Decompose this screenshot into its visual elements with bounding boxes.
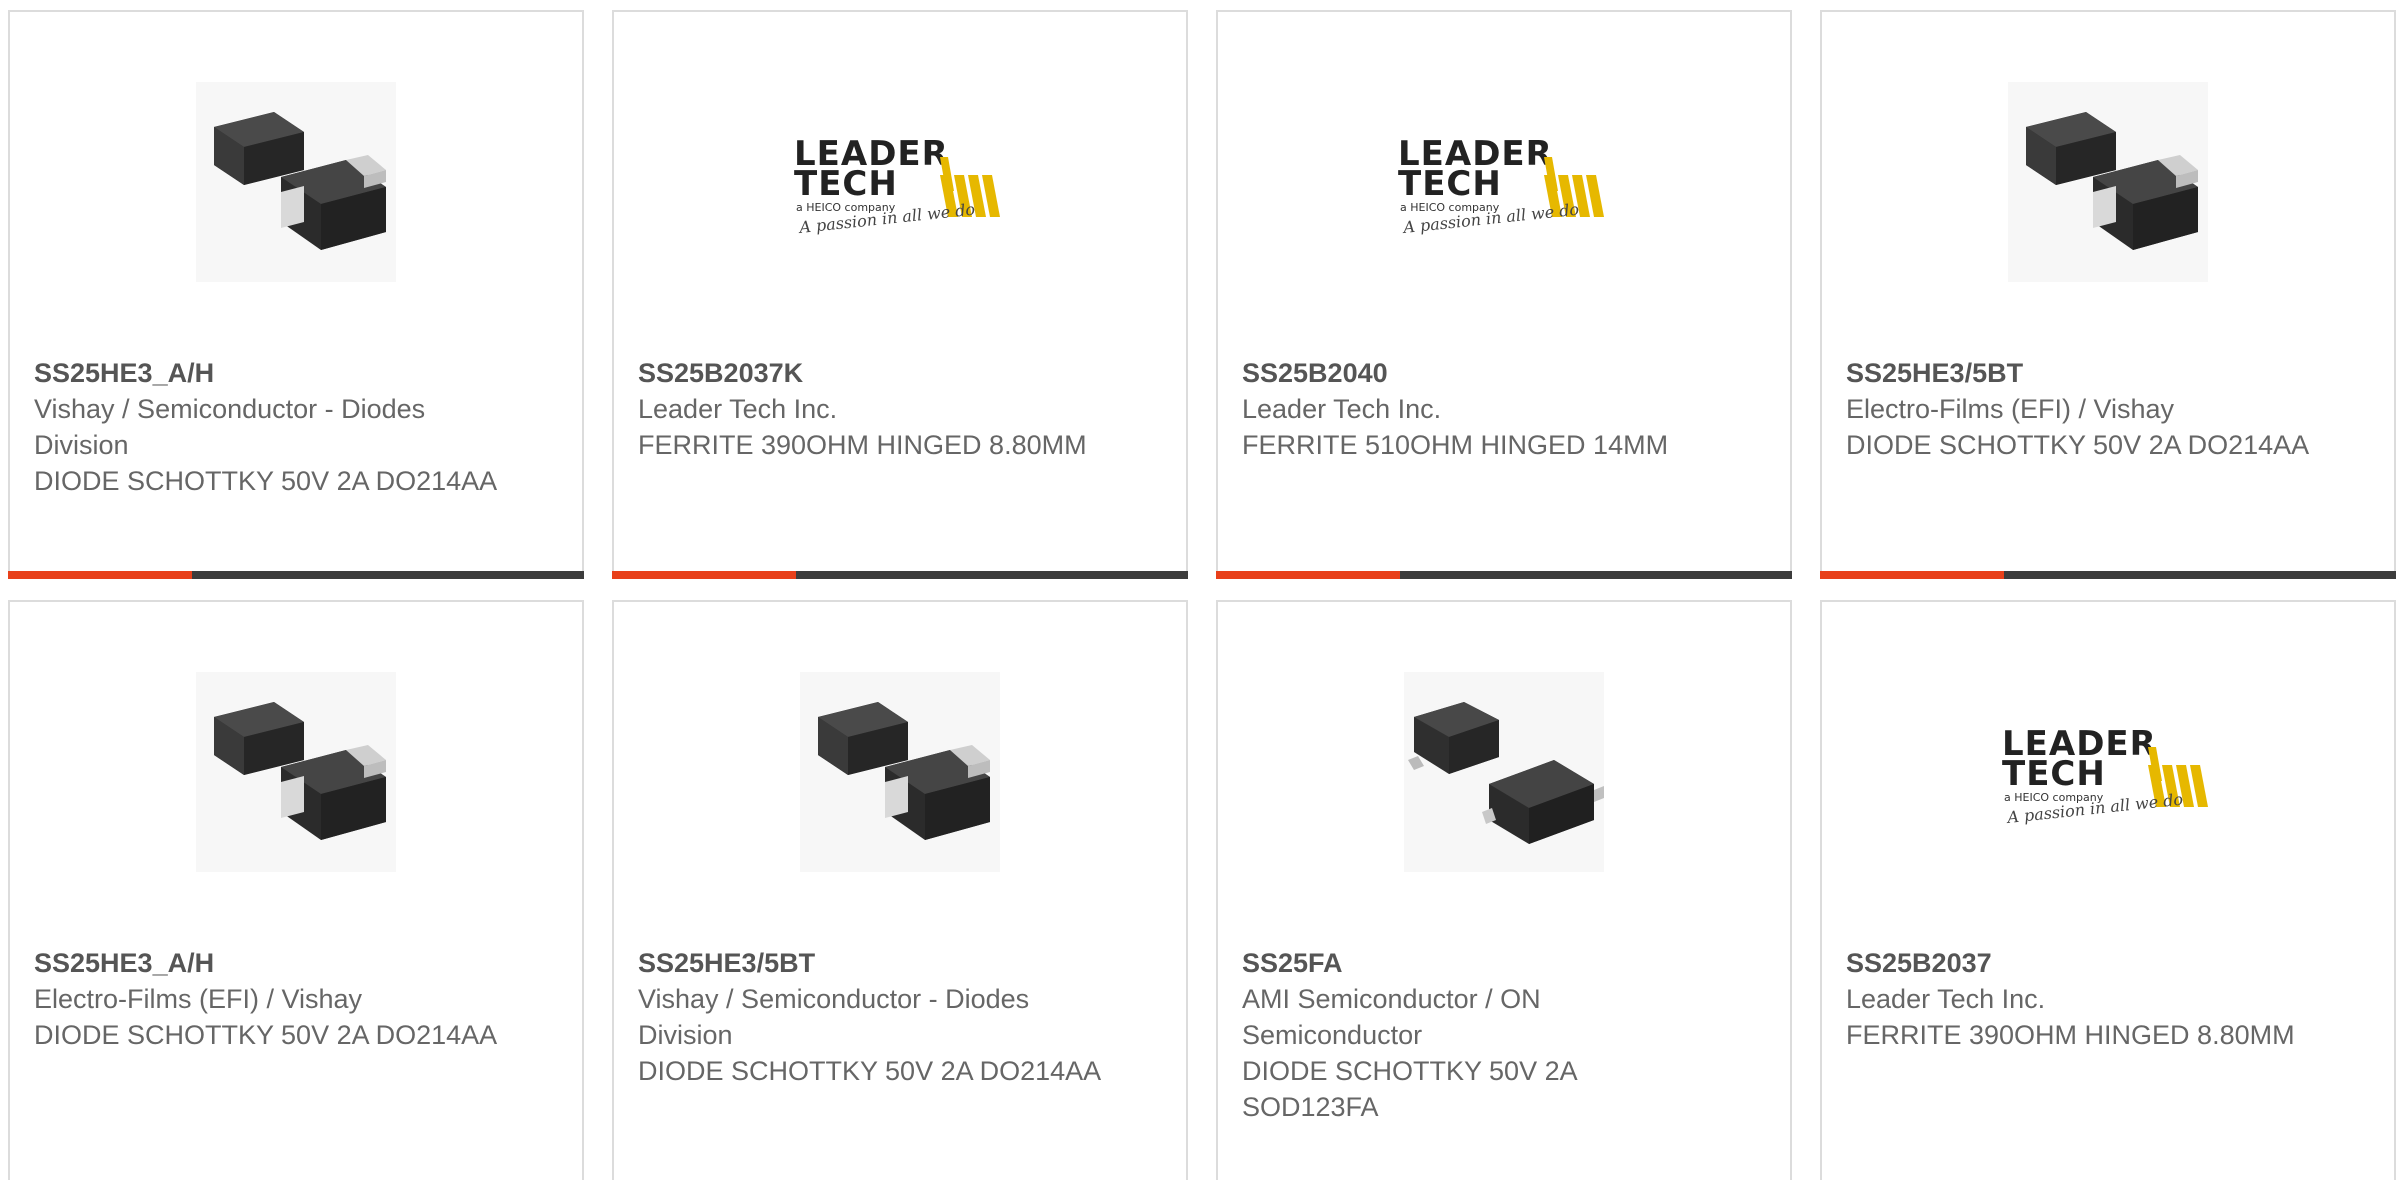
svg-text:TECH: TECH — [2002, 754, 2106, 794]
product-description: DIODE SCHOTTKY 50V 2A SOD123FA — [1242, 1056, 1577, 1122]
product-description: DIODE SCHOTTKY 50V 2A DO214AA — [1846, 430, 2310, 460]
card-accent-bar — [1216, 571, 1400, 579]
part-number-link[interactable]: SS25FA — [1242, 945, 1712, 981]
leader-tech-logo: LEADER TECH a HEICO company A passion in… — [1998, 707, 2218, 837]
leader-tech-logo: LEADER TECH a HEICO company A passion in… — [790, 117, 1010, 247]
part-number-link[interactable]: SS25B2040 — [1242, 355, 1712, 391]
svg-text:TECH: TECH — [794, 164, 898, 204]
manufacturer-name: Vishay / Semiconductor - Diodes Division — [34, 394, 426, 460]
product-card[interactable]: SS25HE3/5BT Electro-Films (EFI) / Vishay… — [1820, 10, 2396, 579]
product-card[interactable]: SS25HE3_A/H Electro-Films (EFI) / Vishay… — [8, 600, 584, 1180]
card-accent-bar — [612, 571, 796, 579]
product-description: DIODE SCHOTTKY 50V 2A DO214AA — [638, 1056, 1102, 1086]
product-description: FERRITE 390OHM HINGED 8.80MM — [638, 430, 1087, 460]
smd-diode-package-image — [196, 82, 396, 282]
manufacturer-name: Vishay / Semiconductor - Diodes Division — [638, 984, 1030, 1050]
product-description: FERRITE 510OHM HINGED 14MM — [1242, 430, 1669, 460]
product-card[interactable]: SS25FA AMI Semiconductor / ON Semiconduc… — [1216, 600, 1792, 1180]
card-bottom-bar — [1820, 571, 2396, 579]
card-bottom-bar — [8, 571, 584, 579]
product-image[interactable]: LEADER TECH a HEICO company A passion in… — [1822, 672, 2394, 872]
part-number-link[interactable]: SS25B2037K — [638, 355, 1108, 391]
part-number-link[interactable]: SS25B2037 — [1846, 945, 2316, 981]
manufacturer-name: AMI Semiconductor / ON Semiconductor — [1242, 984, 1541, 1050]
manufacturer-name: Electro-Films (EFI) / Vishay — [1846, 394, 2175, 424]
product-card[interactable]: SS25HE3/5BT Vishay / Semiconductor - Dio… — [612, 600, 1188, 1180]
product-image[interactable] — [1218, 672, 1790, 872]
card-accent-bar — [1820, 571, 2004, 579]
product-image[interactable]: LEADER TECH a HEICO company A passion in… — [614, 82, 1186, 282]
smd-diode-package-image — [800, 672, 1000, 872]
smd-diode-package-image — [196, 672, 396, 872]
part-number-link[interactable]: SS25HE3/5BT — [638, 945, 1108, 981]
part-number-link[interactable]: SS25HE3/5BT — [1846, 355, 2316, 391]
svg-text:TECH: TECH — [1398, 164, 1502, 204]
product-image[interactable]: LEADER TECH a HEICO company A passion in… — [1218, 82, 1790, 282]
product-card[interactable]: LEADER TECH a HEICO company A passion in… — [612, 10, 1188, 579]
card-bottom-bar — [612, 571, 1188, 579]
product-image[interactable] — [10, 82, 582, 282]
product-image[interactable] — [10, 672, 582, 872]
smd-diode-package-image — [2008, 82, 2208, 282]
manufacturer-name: Leader Tech Inc. — [1846, 984, 2046, 1014]
product-description: DIODE SCHOTTKY 50V 2A DO214AA — [34, 466, 498, 496]
card-accent-bar — [8, 571, 192, 579]
manufacturer-name: Electro-Films (EFI) / Vishay — [34, 984, 363, 1014]
product-image[interactable] — [1822, 82, 2394, 282]
part-number-link[interactable]: SS25HE3_A/H — [34, 945, 504, 981]
part-number-link[interactable]: SS25HE3_A/H — [34, 355, 504, 391]
product-card[interactable]: LEADER TECH a HEICO company A passion in… — [1216, 10, 1792, 579]
leader-tech-logo: LEADER TECH a HEICO company A passion in… — [1394, 117, 1614, 247]
product-description: FERRITE 390OHM HINGED 8.80MM — [1846, 1020, 2295, 1050]
product-description: DIODE SCHOTTKY 50V 2A DO214AA — [34, 1020, 498, 1050]
sod123-package-image — [1404, 672, 1604, 872]
product-card[interactable]: LEADER TECH a HEICO company A passion in… — [1820, 600, 2396, 1180]
manufacturer-name: Leader Tech Inc. — [1242, 394, 1442, 424]
manufacturer-name: Leader Tech Inc. — [638, 394, 838, 424]
product-image[interactable] — [614, 672, 1186, 872]
product-card[interactable]: SS25HE3_A/H Vishay / Semiconductor - Dio… — [8, 10, 584, 579]
card-bottom-bar — [1216, 571, 1792, 579]
